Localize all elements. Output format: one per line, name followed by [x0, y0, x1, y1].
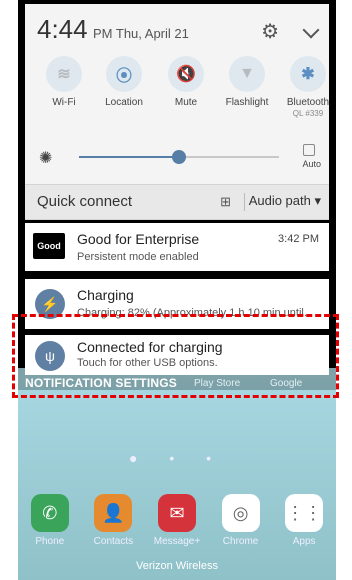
- app-chrome[interactable]: ◎ Chrome: [214, 494, 268, 547]
- phone-icon: ✆: [30, 494, 69, 532]
- app-contacts[interactable]: 👤 Contacts: [86, 494, 140, 547]
- notification-title: Charging: [77, 287, 134, 303]
- notification-subtitle: Charging: 82% (Approximately 1 h 10 min …: [77, 307, 310, 319]
- brightness-row: ✺ Auto: [37, 144, 323, 174]
- wifi-icon: ≋: [46, 56, 82, 92]
- brightness-fill: [79, 156, 179, 158]
- chrome-icon: ◎: [221, 494, 260, 532]
- notification-shade: 4:44 PM Thu, April 21 ⚙ ≋ Wi-Fi ⦿ Location 🔇…: [25, 4, 329, 194]
- app-apps[interactable]: ⋮⋮ Apps: [277, 494, 331, 547]
- notification-settings-button[interactable]: NOTIFICATION SETTINGS: [25, 376, 177, 390]
- brightness-thumb[interactable]: [172, 150, 186, 164]
- brightness-icon: ✺: [39, 150, 53, 167]
- quick-connect-button[interactable]: Quick connect: [37, 193, 132, 210]
- carrier-label: Verizon Wireless: [136, 560, 218, 572]
- flashlight-icon: ▼: [229, 56, 265, 92]
- mute-icon: 🔇: [168, 56, 204, 92]
- play-store-label: Play Store: [194, 378, 241, 389]
- phone-screen: Play Store Google 4:44 PM Thu, April 21 …: [18, 0, 336, 580]
- divider: [244, 193, 245, 211]
- quick-setting-label: Flashlight: [225, 97, 269, 108]
- clock: 4:44: [37, 14, 88, 44]
- notification-usb[interactable]: ψ Connected for charging Touch for other…: [25, 335, 329, 375]
- notification-time: 3:42 PM: [278, 233, 319, 245]
- quick-setting-location[interactable]: ⦿ Location: [94, 56, 154, 108]
- location-icon: ⦿: [106, 56, 142, 92]
- dock: ✆ Phone 👤 Contacts ✉ Message+ ◎ Chrome ⋮⋮ Apps: [18, 494, 336, 547]
- app-label: Apps: [292, 536, 316, 547]
- notification-title: Connected for charging: [77, 339, 223, 355]
- google-label: Google: [270, 378, 303, 389]
- auto-label: Auto: [302, 159, 321, 169]
- quick-setting-bluetooth[interactable]: ✱ Bluetooth QL #339: [278, 56, 336, 118]
- contacts-icon: 👤: [94, 494, 133, 532]
- good-logo: Good: [33, 233, 65, 259]
- app-phone[interactable]: ✆ Phone: [23, 494, 77, 547]
- quick-setting-mute[interactable]: 🔇 Mute: [156, 56, 216, 108]
- message--icon: ✉: [157, 494, 196, 532]
- chevron-down-icon[interactable]: [302, 21, 320, 39]
- home-wallpaper: [18, 368, 336, 580]
- date: PM Thu, April 21: [93, 26, 189, 41]
- quick-setting-label: Location: [105, 97, 143, 108]
- quick-connect-bar: Quick connect ⊞ Audio path ▾: [25, 184, 329, 220]
- audio-path-button[interactable]: Audio path ▾: [249, 193, 321, 209]
- notification-subtitle: Persistent mode enabled: [77, 251, 199, 263]
- status-row: 4:44 PM Thu, April 21 ⚙: [37, 14, 323, 46]
- app-message-[interactable]: ✉ Message+: [150, 494, 204, 547]
- quick-setting-sublabel: QL #339: [292, 109, 324, 118]
- apps-icon: ⋮⋮: [285, 494, 324, 532]
- gear-icon[interactable]: ⚙: [261, 19, 279, 44]
- quick-setting-wi-fi[interactable]: ≋ Wi-Fi: [34, 56, 94, 108]
- quick-setting-label: Wi-Fi: [52, 97, 76, 108]
- lightning-icon: ⚡: [35, 289, 65, 319]
- quick-setting-label: Mute: [174, 97, 198, 108]
- auto-brightness-checkbox[interactable]: [303, 144, 315, 156]
- app-label: Phone: [35, 536, 65, 547]
- quick-setting-label: Bluetooth: [286, 97, 330, 108]
- notification-good[interactable]: Good Good for Enterprise Persistent mode…: [25, 223, 329, 271]
- quick-setting-flashlight[interactable]: ▼ Flashlight: [217, 56, 277, 108]
- app-label: Chrome: [222, 536, 259, 547]
- page-indicator: ● • •: [128, 450, 226, 466]
- app-label: Contacts: [93, 536, 134, 547]
- brightness-slider[interactable]: [79, 150, 279, 164]
- usb-icon: ψ: [35, 341, 65, 371]
- notification-subtitle: Touch for other USB options.: [77, 357, 218, 369]
- app-label: Message+: [153, 536, 201, 547]
- notification-title: Good for Enterprise: [77, 231, 200, 247]
- notification-charging[interactable]: ⚡ Charging Charging: 82% (Approximately …: [25, 279, 329, 329]
- bluetooth-icon: ✱: [290, 56, 326, 92]
- grid-icon[interactable]: ⊞: [220, 194, 231, 210]
